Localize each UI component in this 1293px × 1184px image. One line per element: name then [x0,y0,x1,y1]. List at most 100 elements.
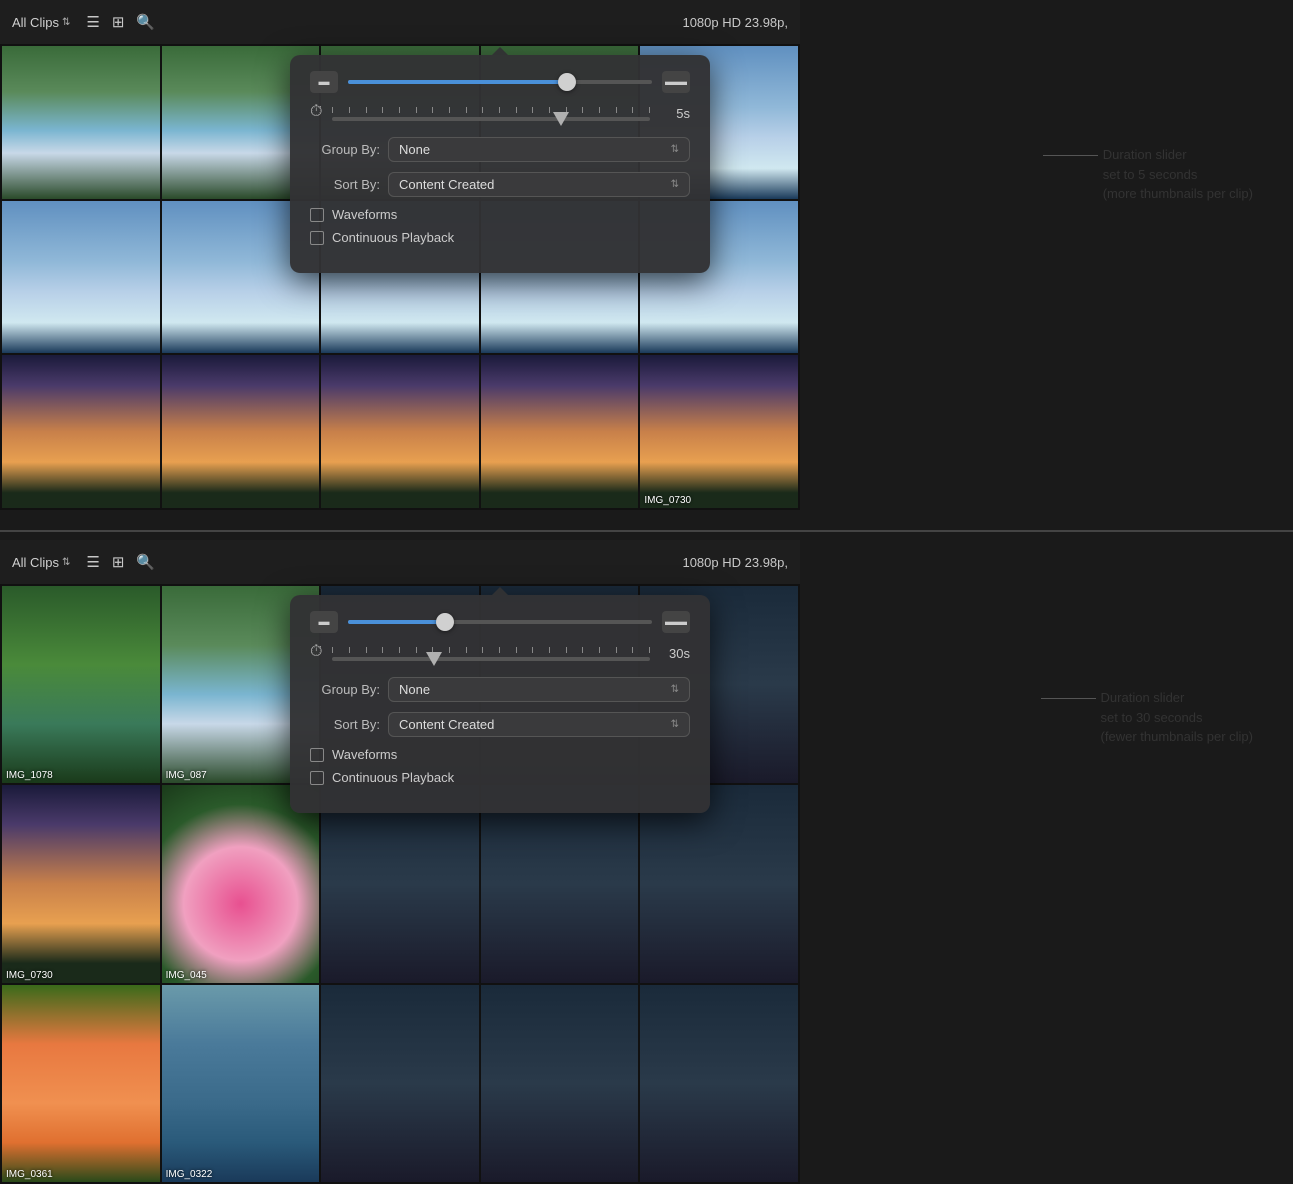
search-icon-bottom[interactable]: 🔍 [136,553,155,571]
thumb-cell[interactable] [481,785,639,982]
waveforms-row-top: Waveforms [310,207,690,222]
thumb-size-handle[interactable] [558,73,576,91]
thumb-size-track-bottom[interactable] [348,620,652,624]
thumb-cell[interactable]: IMG_0730 [640,355,798,508]
tick-mark [349,647,350,653]
callout-top-line3: (more thumbnails per clip) [1103,186,1253,201]
continuous-label-top: Continuous Playback [332,230,454,245]
filmstrip-icon-bottom[interactable]: ⊞ [112,553,125,571]
list-view-icon[interactable]: ☰ [86,13,99,31]
all-clips-selector-bottom[interactable]: All Clips ⇅ [12,555,70,570]
tick-mark [482,107,483,113]
thumb-label: IMG_087 [166,770,207,781]
group-by-select-bottom[interactable]: None ⇅ [388,677,690,702]
tick-mark [432,107,433,113]
sort-by-select-top[interactable]: Content Created ⇅ [388,172,690,197]
tick-mark [566,647,567,653]
tick-mark [582,647,583,653]
tick-mark [649,107,650,113]
thumb-cell[interactable] [481,355,639,508]
thumb-size-fill [348,80,567,84]
thumb-small-icon[interactable]: ▬ [310,71,338,93]
search-icon-top[interactable]: 🔍 [136,13,155,31]
filmstrip-icon[interactable]: ⊞ [112,13,125,31]
group-by-value-top: None [399,142,430,157]
waveforms-checkbox-top[interactable] [310,208,324,222]
tick-mark [516,647,517,653]
resolution-label-bottom: 1080p HD 23.98p, [682,555,788,570]
thumb-cell[interactable] [321,985,479,1182]
tick-mark [549,647,550,653]
thumb-cell[interactable]: IMG_0361 [2,985,160,1182]
thumb-cell[interactable] [321,355,479,508]
callout-bottom: Duration slider set to 30 seconds (fewer… [1101,688,1253,747]
sort-by-value-top: Content Created [399,177,494,192]
duration-value-top: 5s [660,106,690,121]
continuous-checkbox-top[interactable] [310,231,324,245]
thumb-cell[interactable] [2,46,160,199]
tick-mark [332,647,333,653]
thumb-label: IMG_0322 [166,1169,213,1180]
duration-track-top[interactable] [332,117,650,121]
thumb-size-fill-bottom [348,620,445,624]
thumb-cell[interactable] [481,985,639,1182]
duration-handle-top[interactable] [553,112,569,126]
duration-slider-row-top: ⏱ 5s [310,103,690,121]
thumb-large-icon-bottom[interactable]: ▬▬ [662,611,690,633]
callout-bottom-line1: Duration slider [1101,690,1185,705]
group-by-arrows-bottom: ⇅ [671,684,679,695]
group-by-arrows-top: ⇅ [671,144,679,155]
thumb-label: IMG_045 [166,970,207,981]
thumb-label: IMG_1078 [6,770,53,781]
continuous-checkbox-bottom[interactable] [310,771,324,785]
thumb-size-slider-row-bottom: ▬ ▬▬ [310,611,690,633]
tick-mark [349,107,350,113]
thumb-cell[interactable] [2,355,160,508]
toolbar-bottom: All Clips ⇅ ☰ ⊞ 🔍 1080p HD 23.98p, [0,540,800,584]
waveforms-row-bottom: Waveforms [310,747,690,762]
thumb-cell[interactable]: IMG_0322 [162,985,320,1182]
thumb-cell[interactable] [640,985,798,1182]
toolbar-top: All Clips ⇅ ☰ ⊞ 🔍 1080p HD 23.98p, [0,0,800,44]
thumb-cell[interactable]: IMG_045 [162,785,320,982]
tick-mark [632,107,633,113]
all-clips-selector[interactable]: All Clips ⇅ [12,15,70,30]
sort-by-value-bottom: Content Created [399,717,494,732]
thumb-label: IMG_0730 [644,495,691,506]
thumb-cell[interactable] [321,785,479,982]
group-by-select-top[interactable]: None ⇅ [388,137,690,162]
callout-line-bottom [1041,698,1096,699]
sort-by-select-bottom[interactable]: Content Created ⇅ [388,712,690,737]
tick-mark [616,107,617,113]
sort-by-row-top: Sort By: Content Created ⇅ [310,172,690,197]
thumb-size-handle-bottom[interactable] [436,613,454,631]
tick-mark [366,647,367,653]
panel-divider [0,530,1293,532]
duration-track-bottom[interactable] [332,657,650,661]
group-by-label-bottom: Group By: [310,682,380,697]
tick-mark [532,107,533,113]
tick-marks-top [332,107,650,113]
thumb-cell[interactable] [640,785,798,982]
thumb-size-track[interactable] [348,80,652,84]
group-by-label-top: Group By: [310,142,380,157]
tick-mark [599,107,600,113]
tick-mark [599,647,600,653]
thumb-cell[interactable] [162,355,320,508]
continuous-label-bottom: Continuous Playback [332,770,454,785]
tick-mark [632,647,633,653]
duration-handle-bottom[interactable] [426,652,442,666]
tick-mark [532,647,533,653]
thumb-large-icon[interactable]: ▬▬ [662,71,690,93]
tick-mark [466,107,467,113]
waveforms-checkbox-bottom[interactable] [310,748,324,762]
sort-by-row-bottom: Sort By: Content Created ⇅ [310,712,690,737]
list-view-icon-bottom[interactable]: ☰ [86,553,99,571]
thumb-cell[interactable] [2,201,160,354]
duration-value-bottom: 30s [660,646,690,661]
thumb-cell[interactable]: IMG_0730 [2,785,160,982]
popover-bottom: ▬ ▬▬ ⏱ 30s Group By: None ⇅ Sort By: Con… [290,595,710,813]
tick-mark [616,647,617,653]
thumb-cell[interactable]: IMG_1078 [2,586,160,783]
thumb-small-icon-bottom[interactable]: ▬ [310,611,338,633]
